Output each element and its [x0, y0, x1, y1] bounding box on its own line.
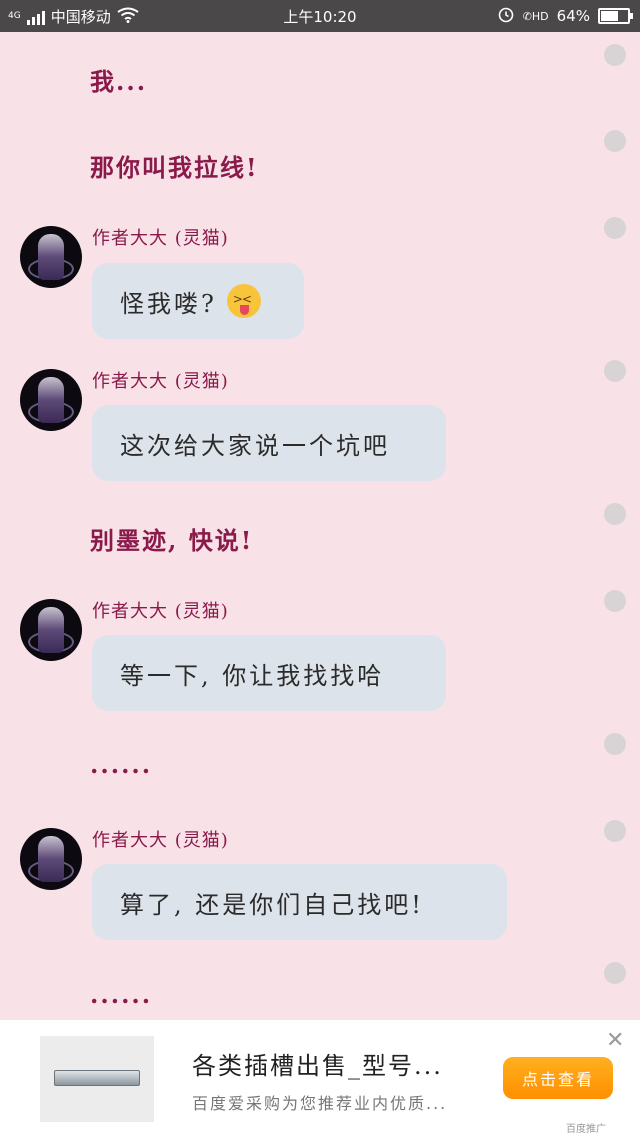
message-text: 这次给大家说一个坑吧 — [120, 431, 390, 460]
avatar[interactable] — [20, 226, 82, 288]
row-dot — [604, 820, 626, 842]
ad-banner[interactable]: 各类插槽出售_型号... 百度爱采购为您推荐业内优质... 点击查看 ✕ 百度推… — [0, 1020, 640, 1138]
battery-icon — [598, 8, 633, 24]
avatar[interactable] — [20, 599, 82, 661]
hd-label: HD — [531, 9, 549, 23]
narration-text: ...... — [90, 750, 153, 779]
squinting-tongue-emoji-icon: > < — [226, 284, 261, 318]
ad-source-label: 百度推广 — [566, 1124, 606, 1135]
row-dot — [604, 217, 626, 239]
sender-name: 作者大大 (灵猫) — [92, 371, 229, 392]
battery-percent: 64% — [556, 7, 590, 25]
message-bubble[interactable]: 这次给大家说一个坑吧 — [92, 405, 446, 481]
message-bubble[interactable]: 怪我喽? > < — [92, 263, 304, 339]
status-right: ✆HD 64% — [497, 5, 633, 27]
message-bubble[interactable]: 算了, 还是你们自己找吧! — [92, 864, 507, 940]
ad-title[interactable]: 各类插槽出售_型号... — [192, 1046, 443, 1081]
narration-text: 我... — [90, 67, 148, 96]
row-dot — [604, 733, 626, 755]
sender-name: 作者大大 (灵猫) — [92, 228, 229, 249]
call-hd-icon: ✆HD — [522, 9, 549, 23]
narration-text: 那你叫我拉线! — [90, 153, 259, 182]
avatar[interactable] — [20, 828, 82, 890]
status-bar: 4G 中国移动 上午10:20 ✆HD 64% — [0, 0, 640, 32]
row-dot — [604, 360, 626, 382]
avatar[interactable] — [20, 369, 82, 431]
ad-view-button[interactable]: 点击查看 — [503, 1057, 613, 1099]
sender-name: 作者大大 (灵猫) — [92, 830, 229, 851]
sender-name: 作者大大 (灵猫) — [92, 601, 229, 622]
message-text: 等一下, 你让我找找哈 — [120, 661, 385, 690]
ad-subtitle[interactable]: 百度爱采购为您推荐业内优质... — [192, 1090, 447, 1114]
row-dot — [604, 44, 626, 66]
ad-product-image[interactable] — [40, 1036, 154, 1122]
chat-area[interactable]: 我... 那你叫我拉线! 作者大大 (灵猫) 怪我喽? > < 作者大大 (灵猫)… — [0, 32, 640, 1020]
narration-text: ...... — [90, 980, 153, 1009]
row-dot — [604, 503, 626, 525]
message-bubble[interactable]: 等一下, 你让我找找哈 — [92, 635, 446, 711]
battery-level — [601, 11, 618, 21]
row-dot — [604, 130, 626, 152]
message-text: 算了, 还是你们自己找吧! — [120, 890, 424, 919]
message-text: 怪我喽? — [120, 289, 217, 318]
row-dot — [604, 962, 626, 984]
alarm-icon — [497, 5, 515, 27]
narration-text: 别墨迹, 快说! — [90, 526, 254, 555]
row-dot — [604, 590, 626, 612]
close-icon[interactable]: ✕ — [606, 1028, 624, 1053]
